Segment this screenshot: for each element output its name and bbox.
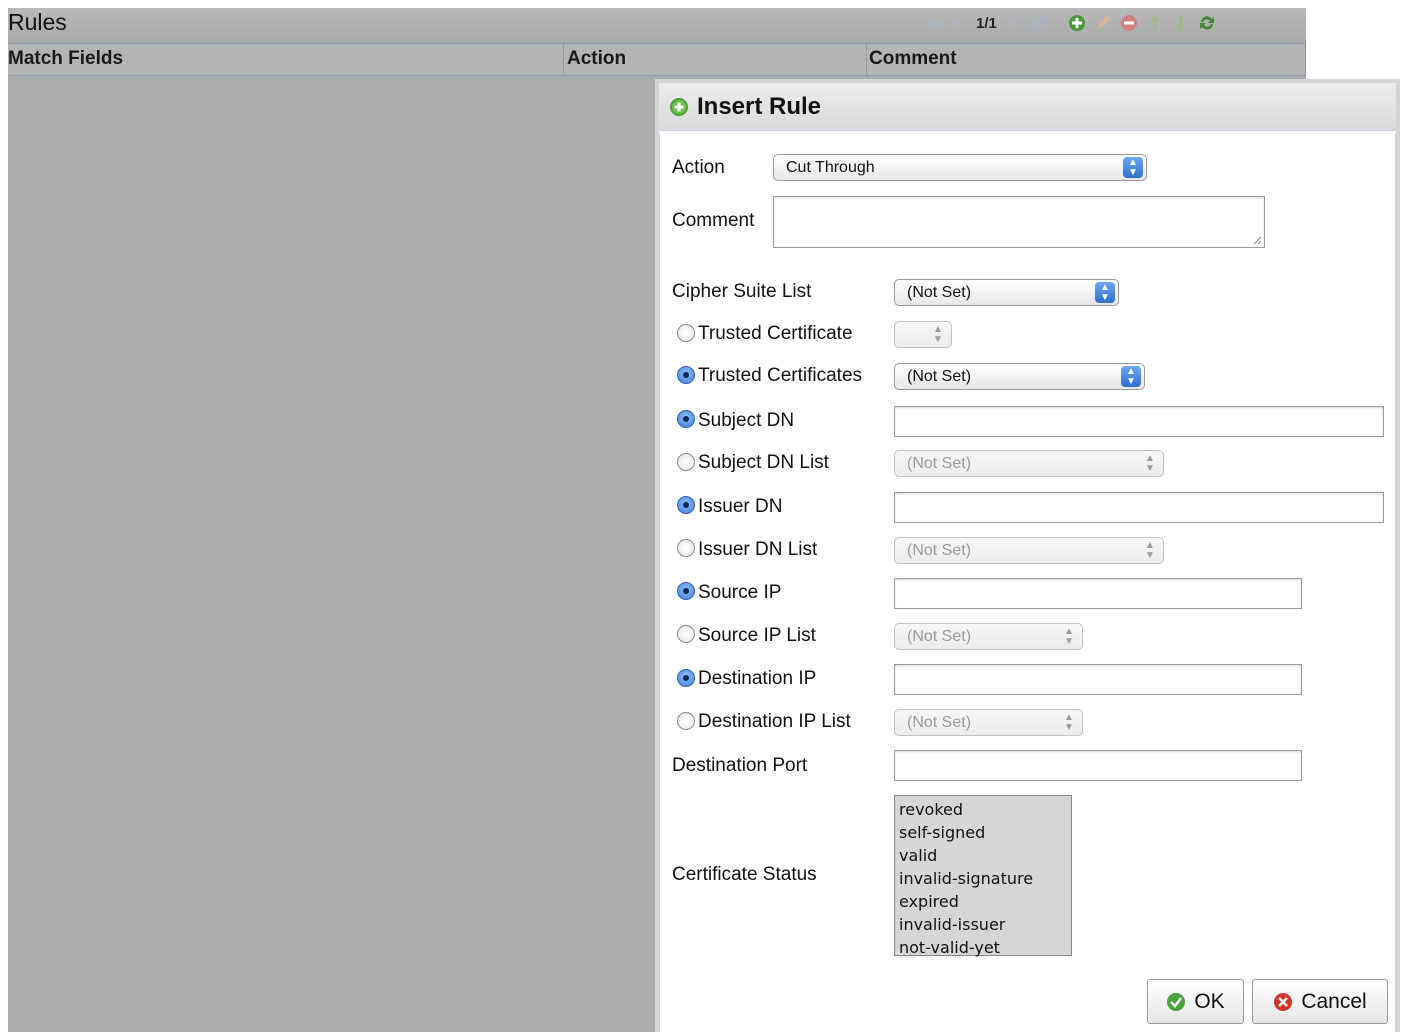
- pager: 1/1: [926, 12, 1223, 34]
- close-icon: [1274, 992, 1293, 1011]
- resize-grip-icon[interactable]: [1252, 235, 1262, 245]
- comment-textarea[interactable]: [773, 196, 1265, 248]
- dialog-title: Insert Rule: [697, 92, 822, 120]
- select-arrows-icon: ▲ ▼: [1145, 540, 1155, 561]
- select-arrows-icon: ▲ ▼: [1123, 157, 1143, 178]
- source-ip-input[interactable]: [894, 578, 1302, 609]
- select-arrows-icon: ▲ ▼: [1095, 282, 1115, 303]
- destination-ip-list-value: (Not Set): [907, 714, 972, 731]
- destination-port-input[interactable]: [894, 750, 1302, 781]
- source-ip-list-radio[interactable]: [677, 625, 695, 643]
- insert-rule-dialog: Insert Rule Action Cut Through ▲ ▼ Commen…: [655, 79, 1400, 1032]
- cancel-button[interactable]: Cancel: [1252, 979, 1388, 1024]
- destination-port-label: Destination Port: [672, 755, 808, 776]
- cancel-button-label: Cancel: [1301, 989, 1367, 1013]
- next-page-icon[interactable]: [1007, 15, 1023, 31]
- issuer-dn-list-select[interactable]: (Not Set) ▲ ▼: [894, 537, 1164, 564]
- subject-dn-list-radio[interactable]: [677, 453, 695, 471]
- destination-ip-input[interactable]: [894, 664, 1302, 695]
- dialog-body: Action Cut Through ▲ ▼ Comment Cipher Sui…: [659, 133, 1396, 1032]
- delete-icon[interactable]: [1119, 13, 1139, 33]
- column-header-match-fields[interactable]: Match Fields: [8, 44, 564, 76]
- action-label: Action: [672, 157, 725, 178]
- subject-dn-list-label: Subject DN List: [698, 452, 829, 473]
- column-header-comment[interactable]: Comment: [869, 44, 1306, 76]
- first-page-icon[interactable]: [926, 15, 942, 31]
- refresh-icon[interactable]: [1197, 13, 1217, 33]
- trusted-certificates-select[interactable]: (Not Set) ▲ ▼: [894, 363, 1145, 390]
- issuer-dn-list-radio[interactable]: [677, 539, 695, 557]
- ok-button[interactable]: OK: [1147, 979, 1244, 1024]
- subject-dn-list-value: (Not Set): [907, 455, 972, 472]
- last-page-icon[interactable]: [1029, 15, 1045, 31]
- issuer-dn-list-label: Issuer DN List: [698, 539, 818, 560]
- source-ip-list-label: Source IP List: [698, 625, 816, 646]
- add-icon[interactable]: [1067, 13, 1087, 33]
- subject-dn-radio[interactable]: [677, 410, 695, 428]
- select-arrows-icon: ▲ ▼: [1145, 453, 1155, 474]
- trusted-certificates-radio[interactable]: [677, 366, 695, 384]
- check-icon: [1167, 992, 1186, 1011]
- destination-ip-radio[interactable]: [677, 669, 695, 687]
- page-count: 1/1: [976, 14, 997, 32]
- certificate-status-label: Certificate Status: [672, 864, 817, 885]
- select-arrows-icon: ▲ ▼: [1064, 712, 1074, 733]
- subject-dn-input[interactable]: [894, 406, 1384, 437]
- list-item[interactable]: revoked: [899, 798, 1067, 821]
- destination-ip-list-radio[interactable]: [677, 712, 695, 730]
- issuer-dn-radio[interactable]: [677, 496, 695, 514]
- dialog-header: Insert Rule: [659, 83, 1396, 131]
- cipher-suite-list-select[interactable]: (Not Set) ▲ ▼: [894, 279, 1119, 306]
- source-ip-list-select[interactable]: (Not Set) ▲ ▼: [894, 623, 1083, 650]
- list-item[interactable]: expired: [899, 890, 1067, 913]
- source-ip-label: Source IP: [698, 582, 782, 603]
- list-item[interactable]: invalid-signature: [899, 867, 1067, 890]
- destination-ip-label: Destination IP: [698, 668, 817, 689]
- action-select-value: Cut Through: [786, 159, 875, 176]
- list-item[interactable]: not-valid-yet: [899, 936, 1067, 959]
- edit-icon[interactable]: [1093, 13, 1113, 33]
- prev-page-icon[interactable]: [948, 15, 964, 31]
- source-ip-list-value: (Not Set): [907, 628, 972, 645]
- issuer-dn-label: Issuer DN: [698, 496, 783, 517]
- select-arrows-icon: ▲ ▼: [1121, 366, 1141, 387]
- certificate-status-listbox[interactable]: revoked self-signed valid invalid-signat…: [894, 795, 1072, 959]
- source-ip-radio[interactable]: [677, 582, 695, 600]
- trusted-certificate-label: Trusted Certificate: [698, 323, 853, 344]
- grid-title: Rules: [8, 9, 67, 35]
- column-header-action[interactable]: Action: [567, 44, 867, 76]
- ok-button-label: OK: [1194, 989, 1225, 1013]
- action-select[interactable]: Cut Through ▲ ▼: [773, 154, 1147, 181]
- move-up-icon[interactable]: [1145, 13, 1165, 33]
- select-arrows-icon: ▲ ▼: [1064, 626, 1074, 647]
- issuer-dn-input[interactable]: [894, 492, 1384, 523]
- trusted-certificates-value: (Not Set): [907, 368, 972, 385]
- trusted-certificates-label: Trusted Certificates: [698, 365, 863, 386]
- trusted-certificate-radio[interactable]: [677, 324, 695, 342]
- column-headers: Match Fields Action Comment: [8, 44, 1306, 76]
- move-down-icon[interactable]: [1171, 13, 1191, 33]
- list-item[interactable]: invalid-issuer: [899, 913, 1067, 936]
- subject-dn-list-select[interactable]: (Not Set) ▲ ▼: [894, 450, 1164, 477]
- add-rule-icon: [670, 97, 688, 116]
- select-arrows-icon: ▲ ▼: [933, 324, 943, 345]
- list-item[interactable]: self-signed: [899, 821, 1067, 844]
- comment-label: Comment: [672, 210, 755, 231]
- list-item[interactable]: valid: [899, 844, 1067, 867]
- subject-dn-label: Subject DN: [698, 410, 795, 431]
- destination-ip-list-select[interactable]: (Not Set) ▲ ▼: [894, 709, 1083, 736]
- trusted-certificate-select[interactable]: ▲ ▼: [894, 321, 952, 348]
- issuer-dn-list-value: (Not Set): [907, 542, 972, 559]
- destination-ip-list-label: Destination IP List: [698, 711, 851, 732]
- grid-title-bar: Rules 1/1: [8, 8, 1306, 44]
- cipher-suite-list-label: Cipher Suite List: [672, 281, 812, 302]
- cipher-suite-list-value: (Not Set): [907, 284, 972, 301]
